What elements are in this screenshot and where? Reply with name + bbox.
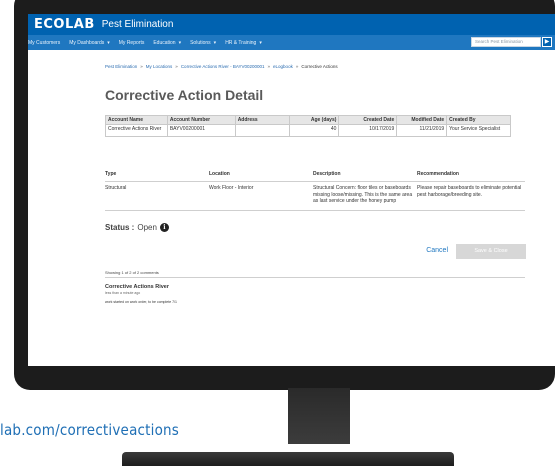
detail-description: Structural Concern: floor tiles or baseb… <box>313 182 417 211</box>
cancel-button[interactable]: Cancel <box>426 247 448 254</box>
breadcrumb-separator: » <box>267 64 271 69</box>
breadcrumb-account[interactable]: Corrective Actions River - BAYV00200001 <box>181 64 265 69</box>
col-created-by: Created By <box>446 115 511 125</box>
breadcrumb-separator: » <box>140 64 143 69</box>
cell-created-by: Your Service Specialist <box>446 124 511 137</box>
stage: { "header": { "logo": "ECOLAB", "app_nam… <box>0 0 555 466</box>
nav-bar: My Customers My Dashboards ▾ My Reports E… <box>28 35 555 50</box>
detail-header-type: Type <box>105 171 209 182</box>
breadcrumb-elogbook[interactable]: eLogbook <box>273 64 293 69</box>
cell-address <box>234 124 290 137</box>
search-button[interactable]: ▶ <box>542 37 552 47</box>
breadcrumb: Pest Elimination» My Locations» Corrective… <box>105 64 530 69</box>
cell-account-name: Corrective Actions River <box>105 124 168 137</box>
nav-my-dashboards[interactable]: My Dashboards ▾ <box>69 40 110 46</box>
detail-location: Work Floor - Interior <box>209 182 313 211</box>
url-caption: lab.com/correctiveactions <box>0 421 180 439</box>
chevron-down-icon: ▾ <box>259 39 262 46</box>
chevron-down-icon: ▾ <box>178 39 182 46</box>
ecolab-logo[interactable]: ECOLAB <box>34 17 95 32</box>
monitor-bezel: ECOLAB Pest Elimination My Customers My … <box>14 0 555 390</box>
main-content: Pest Elimination» My Locations» Corrective… <box>28 64 555 304</box>
top-bar: ECOLAB Pest Elimination <box>28 14 555 35</box>
breadcrumb-current: Corrective Actions <box>301 64 338 69</box>
col-account-name: Account Name <box>105 115 168 125</box>
breadcrumb-separator: » <box>175 64 178 69</box>
col-age: Age (days) <box>288 115 340 125</box>
nav-my-reports[interactable]: My Reports <box>119 40 145 46</box>
page-title: Corrective Action Detail <box>105 87 264 103</box>
comment-time: less than a minute ago <box>105 290 141 295</box>
cell-modified-date: 11/21/2019 <box>396 124 448 137</box>
detail-header-location: Location <box>209 171 313 182</box>
detail-type: Structural <box>105 182 209 211</box>
nav-my-customers[interactable]: My Customers <box>28 40 60 46</box>
account-table: Account Name Account Number Address Age … <box>105 115 511 137</box>
info-icon[interactable]: i <box>159 222 169 232</box>
monitor-stand <box>288 388 350 444</box>
col-address: Address <box>234 115 290 125</box>
col-account-number: Account Number <box>166 115 236 125</box>
action-detail-grid: Type Location Description Recommendation… <box>105 171 525 211</box>
status-row: Status : Open i <box>105 222 530 232</box>
detail-header-description: Description <box>313 171 417 182</box>
cell-created-date: 10/17/2019 <box>338 124 398 137</box>
search-input[interactable]: Search Pest Elimination <box>471 37 541 47</box>
cell-age: 40 <box>288 124 340 137</box>
monitor-base <box>122 452 454 466</box>
nav-education[interactable]: Education ▾ <box>153 40 181 46</box>
nav-solutions[interactable]: Solutions ▾ <box>190 40 216 46</box>
table-row: Corrective Actions River BAYV00200001 40… <box>105 124 511 137</box>
table-header-row: Account Name Account Number Address Age … <box>105 115 511 125</box>
nav-hr-training[interactable]: HR & Training ▾ <box>225 40 262 46</box>
detail-recommendation: Please repair baseboards to eliminate po… <box>417 182 525 211</box>
comment-author: Corrective Actions River <box>105 283 169 290</box>
screen: ECOLAB Pest Elimination My Customers My … <box>28 14 555 366</box>
comments-count: Showing 1 of 2 of 2 comments <box>105 270 525 278</box>
status-label: Status : <box>105 222 135 232</box>
col-created-date: Created Date <box>338 115 398 125</box>
action-buttons: Cancel Save & Close <box>105 243 530 260</box>
save-close-button[interactable]: Save & Close <box>456 243 526 259</box>
breadcrumb-separator: » <box>295 64 299 69</box>
chevron-down-icon: ▾ <box>213 39 217 46</box>
col-modified-date: Modified Date <box>396 115 448 125</box>
breadcrumb-pest-elimination[interactable]: Pest Elimination <box>105 64 137 69</box>
app-name: Pest Elimination <box>101 19 174 30</box>
detail-header-recommendation: Recommendation <box>417 171 525 182</box>
status-value: Open <box>137 222 157 232</box>
breadcrumb-my-locations[interactable]: My Locations <box>146 64 173 69</box>
comment-text: work started on work order, to be comple… <box>105 299 177 304</box>
cell-account-number: BAYV00200001 <box>166 124 236 137</box>
chevron-down-icon: ▾ <box>107 39 110 46</box>
